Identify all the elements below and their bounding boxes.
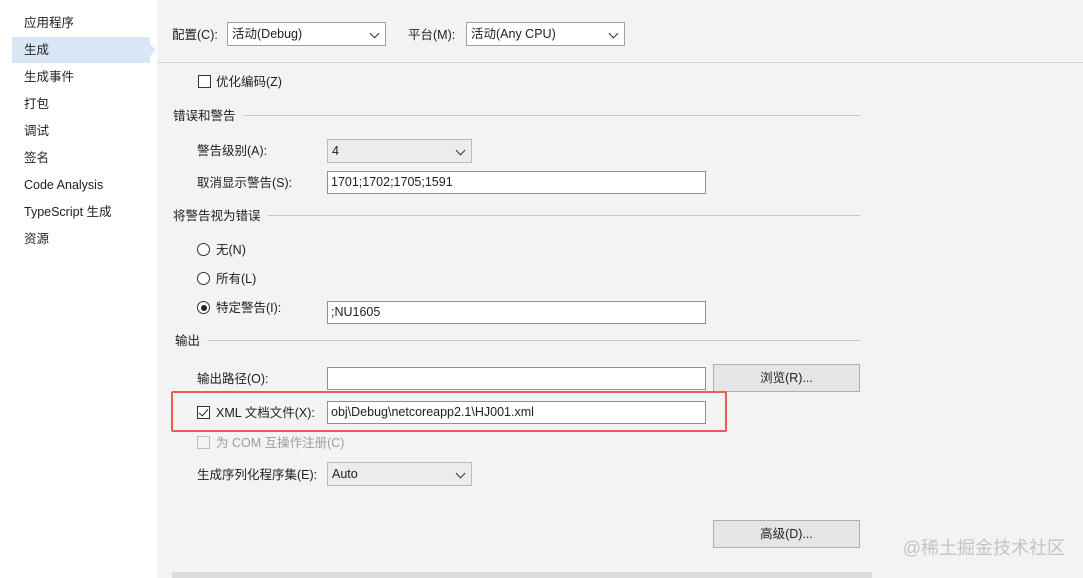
optimize-label: 优化编码(Z) bbox=[216, 75, 282, 89]
sidebar-item-resources[interactable]: 资源 bbox=[12, 226, 150, 252]
sidebar-item-debug[interactable]: 调试 bbox=[12, 118, 150, 144]
serialization-dropdown[interactable]: Auto bbox=[327, 462, 472, 486]
output-path-input[interactable] bbox=[327, 367, 706, 390]
warning-level-dropdown[interactable]: 4 bbox=[327, 139, 472, 163]
section-divider bbox=[243, 115, 860, 116]
browse-button[interactable]: 浏览(R)... bbox=[713, 364, 860, 392]
chevron-down-icon bbox=[455, 145, 466, 156]
horizontal-scrollbar[interactable] bbox=[172, 572, 872, 578]
errors-warnings-title: 错误和警告 bbox=[173, 109, 236, 123]
com-interop-label: 为 COM 互操作注册(C) bbox=[216, 436, 345, 450]
treat-all-radio[interactable] bbox=[197, 272, 210, 285]
xml-doc-checkbox[interactable] bbox=[197, 406, 210, 419]
warning-level-label: 警告级别(A): bbox=[197, 144, 268, 158]
suppress-warnings-input[interactable]: 1701;1702;1705;1591 bbox=[327, 171, 706, 194]
suppress-warnings-label: 取消显示警告(S): bbox=[197, 176, 293, 190]
treat-none-label: 无(N) bbox=[216, 243, 246, 257]
xml-doc-label: XML 文档文件(X): bbox=[216, 406, 315, 420]
output-title: 输出 bbox=[175, 334, 201, 348]
serialization-value: Auto bbox=[332, 467, 358, 481]
sidebar-item-build[interactable]: 生成 bbox=[12, 37, 150, 63]
output-path-label: 输出路径(O): bbox=[197, 372, 269, 386]
serialization-label: 生成序列化程序集(E): bbox=[197, 468, 318, 482]
platform-label: 平台(M): bbox=[408, 28, 456, 42]
treat-specific-radio[interactable] bbox=[197, 301, 210, 314]
chevron-down-icon bbox=[369, 28, 380, 39]
com-interop-checkbox[interactable] bbox=[197, 436, 210, 449]
sidebar: 应用程序 生成 生成事件 打包 调试 签名 Code Analysis Type… bbox=[0, 0, 157, 578]
sidebar-item-package[interactable]: 打包 bbox=[12, 91, 150, 117]
config-dropdown[interactable]: 活动(Debug) bbox=[227, 22, 386, 46]
platform-value: 活动(Any CPU) bbox=[471, 27, 556, 41]
watermark: @稀土掘金技术社区 bbox=[902, 538, 1065, 558]
sidebar-item-application[interactable]: 应用程序 bbox=[12, 10, 150, 36]
chevron-down-icon bbox=[608, 28, 619, 39]
treat-all-label: 所有(L) bbox=[216, 272, 257, 286]
config-label: 配置(C): bbox=[172, 28, 218, 42]
section-divider bbox=[207, 340, 860, 341]
header-divider bbox=[157, 62, 1083, 63]
specific-warnings-input[interactable]: ;NU1605 bbox=[327, 301, 706, 324]
sidebar-item-build-events[interactable]: 生成事件 bbox=[12, 64, 150, 90]
treat-warnings-title: 将警告视为错误 bbox=[173, 209, 261, 223]
sidebar-item-signing[interactable]: 签名 bbox=[12, 145, 150, 171]
config-value: 活动(Debug) bbox=[232, 27, 303, 41]
build-settings-panel: 配置(C): 活动(Debug) 平台(M): 活动(Any CPU) 优化编码… bbox=[157, 0, 1083, 578]
xml-doc-path-input[interactable]: obj\Debug\netcoreapp2.1\HJ001.xml bbox=[327, 401, 706, 424]
platform-dropdown[interactable]: 活动(Any CPU) bbox=[466, 22, 625, 46]
sidebar-item-code-analysis[interactable]: Code Analysis bbox=[12, 172, 150, 198]
sidebar-item-typescript-build[interactable]: TypeScript 生成 bbox=[12, 199, 150, 225]
treat-specific-label: 特定警告(I): bbox=[216, 301, 282, 315]
chevron-down-icon bbox=[455, 468, 466, 479]
section-divider bbox=[268, 215, 860, 216]
warning-level-value: 4 bbox=[332, 144, 339, 158]
selected-indicator bbox=[150, 44, 156, 56]
treat-none-radio[interactable] bbox=[197, 243, 210, 256]
optimize-checkbox[interactable] bbox=[198, 75, 211, 88]
advanced-button[interactable]: 高级(D)... bbox=[713, 520, 860, 548]
